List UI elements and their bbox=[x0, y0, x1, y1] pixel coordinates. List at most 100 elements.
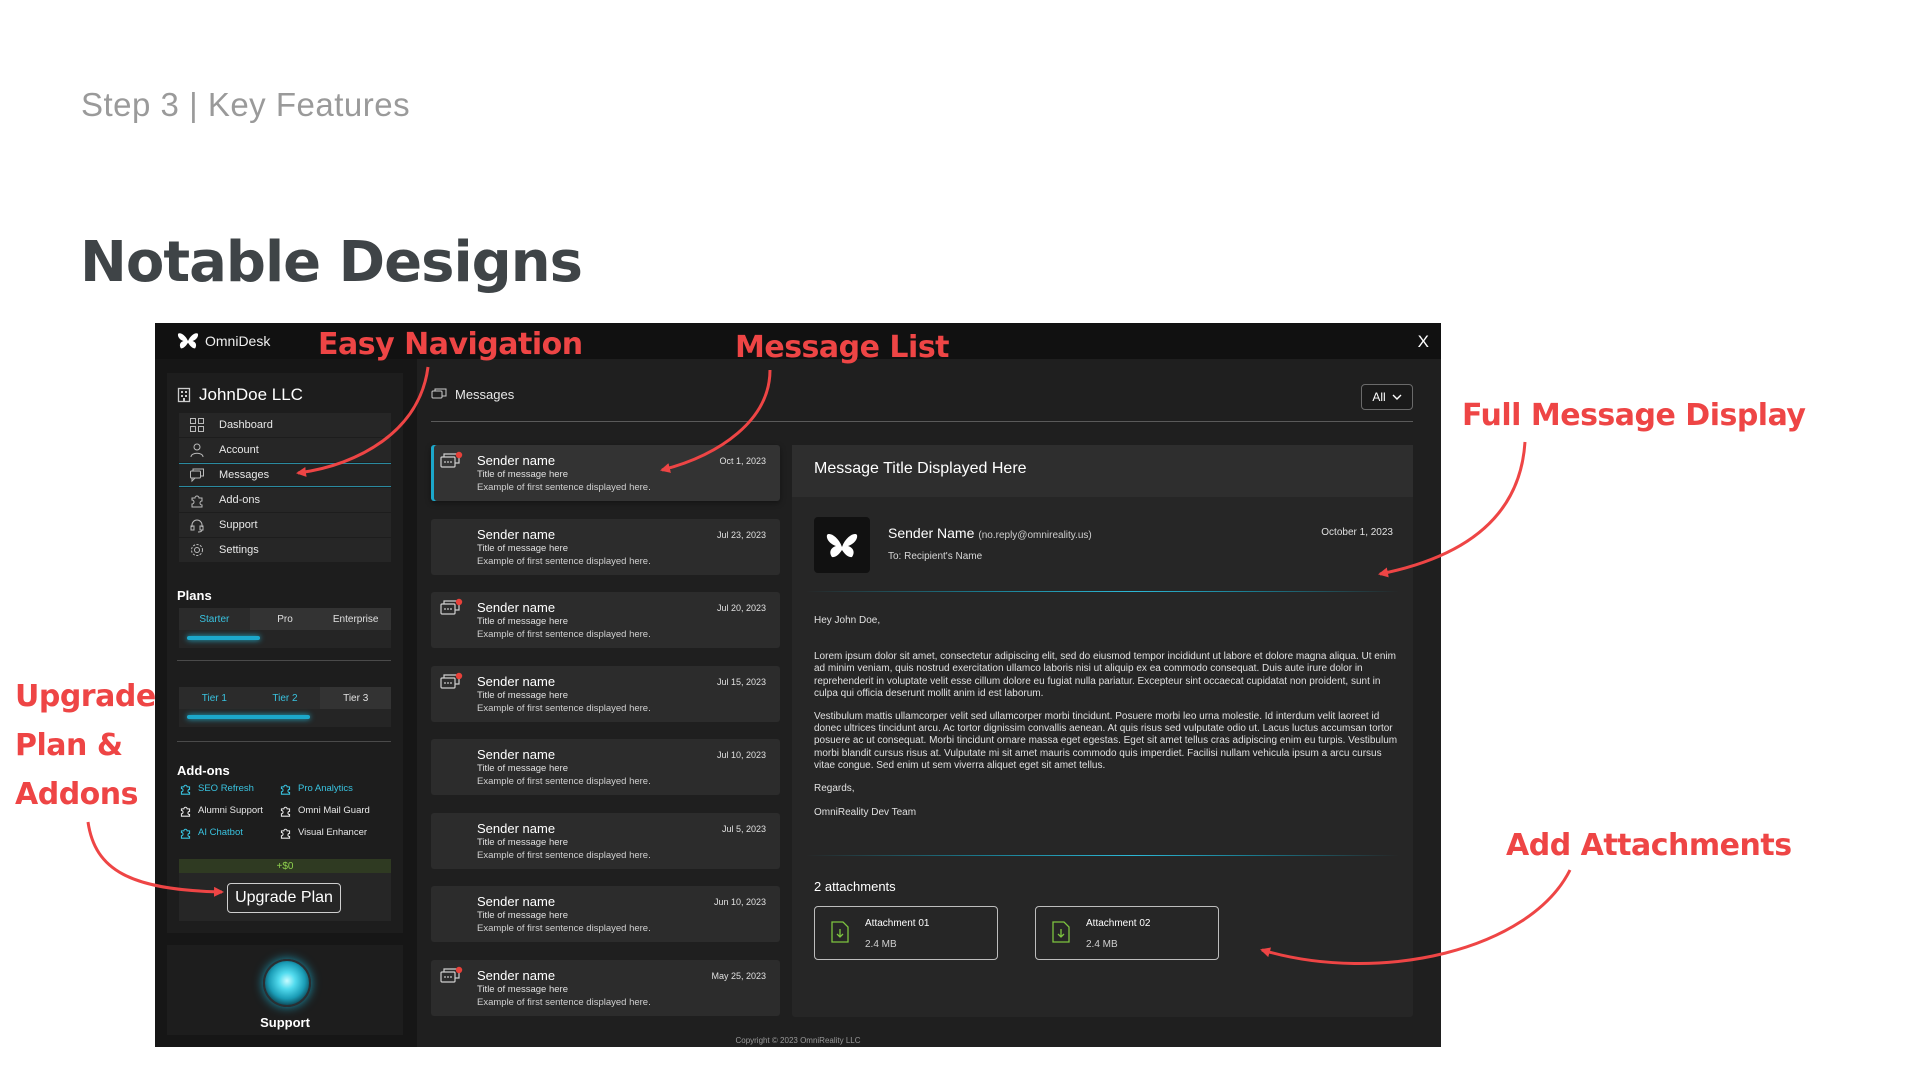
nav-label: Support bbox=[219, 519, 258, 531]
divider bbox=[806, 855, 1399, 856]
message-title: Title of message here bbox=[477, 542, 568, 554]
attachment-size: 2.4 MB bbox=[1086, 939, 1118, 950]
brand: OmniDesk bbox=[177, 332, 270, 350]
message-title: Title of message here bbox=[477, 689, 568, 701]
upgrade-price: +$0 bbox=[179, 859, 391, 873]
sender-name: Sender name bbox=[477, 526, 556, 542]
puzzle-icon bbox=[280, 806, 291, 817]
message-date: Jul 5, 2023 bbox=[721, 823, 766, 834]
message-preview: Example of first sentence displayed here… bbox=[477, 702, 651, 714]
nav-item-account[interactable]: Account bbox=[179, 438, 391, 463]
signature: OmniReality Dev Team bbox=[814, 807, 917, 819]
message-card[interactable]: Sender name Title of message here Example … bbox=[431, 665, 780, 722]
attachment-card[interactable]: Attachment 02 2.4 MB bbox=[1035, 906, 1219, 960]
message-title: Title of message here bbox=[477, 910, 568, 921]
message-card[interactable]: Sender name Title of message here Example … bbox=[431, 959, 780, 1016]
addon-item[interactable]: Alumni Support bbox=[179, 803, 279, 818]
addon-label: Alumni Support bbox=[198, 805, 263, 816]
message-title: Title of message here bbox=[477, 836, 568, 848]
nav-label: Account bbox=[219, 444, 259, 456]
file-download-icon bbox=[831, 921, 849, 943]
upgrade-plan-button[interactable]: Upgrade Plan bbox=[227, 883, 341, 913]
message-card[interactable]: Sender name Title of message here Example … bbox=[431, 592, 780, 648]
annotation-upgrade: Upgrade Plan & Addons bbox=[15, 672, 156, 819]
tab-starter[interactable]: Starter bbox=[179, 608, 250, 630]
plan-selector: Starter Pro Enterprise bbox=[179, 608, 392, 648]
addon-item[interactable]: Pro Analytics bbox=[279, 781, 391, 796]
addon-label: Omni Mail Guard bbox=[298, 805, 370, 816]
message-preview: Example of first sentence displayed here… bbox=[477, 482, 651, 493]
step-label: Step 3 | Key Features bbox=[81, 86, 411, 123]
company-header: JohnDoe LLC bbox=[177, 385, 303, 405]
sender-name: Sender Name (no.reply@omnireality.us) bbox=[888, 525, 1092, 541]
nav-item-dashboard[interactable]: Dashboard bbox=[179, 413, 391, 438]
addon-item[interactable]: SEO Refresh bbox=[179, 781, 279, 796]
nav-item-addons[interactable]: Add-ons bbox=[179, 488, 391, 513]
divider bbox=[806, 591, 1399, 592]
tab-enterprise[interactable]: Enterprise bbox=[320, 608, 392, 630]
attachments-heading: 2 attachments bbox=[814, 879, 896, 894]
addon-item[interactable]: Visual Enhancer bbox=[279, 825, 391, 840]
company-name: JohnDoe LLC bbox=[199, 385, 303, 404]
tab-tier-3[interactable]: Tier 3 bbox=[320, 687, 392, 709]
message-title: Title of message here bbox=[477, 616, 568, 627]
message-title: Title of message here bbox=[477, 983, 568, 995]
nav-item-support[interactable]: Support bbox=[179, 513, 391, 538]
puzzle-icon bbox=[180, 784, 191, 795]
message-card[interactable]: Sender name Title of message here Example … bbox=[431, 445, 780, 501]
support-label: Support bbox=[260, 1015, 310, 1030]
nav-label: Settings bbox=[219, 544, 259, 556]
support-panel: Support bbox=[167, 945, 403, 1035]
tier-progress-bar bbox=[187, 715, 310, 719]
message-card[interactable]: Sender name Title of message here Example … bbox=[431, 886, 780, 942]
app-window: OmniDesk X JohnDoe LLC Dashboard Account… bbox=[155, 323, 1441, 1047]
message-card[interactable]: Sender name Title of message here Example … bbox=[431, 812, 780, 869]
recipient: To: Recipient's Name bbox=[888, 551, 983, 562]
message-date: Oct 1, 2023 bbox=[719, 456, 766, 466]
sender-name: Sender name bbox=[477, 600, 556, 615]
messages-title: Messages bbox=[455, 387, 515, 402]
puzzle-icon bbox=[280, 784, 291, 795]
filter-dropdown[interactable]: All bbox=[1361, 384, 1413, 410]
upgrade-panel: +$0 Upgrade Plan bbox=[179, 859, 391, 921]
unread-message-icon bbox=[440, 966, 463, 983]
addon-item[interactable]: AI Chatbot bbox=[179, 825, 279, 840]
nav-label: Messages bbox=[219, 469, 270, 481]
message-body: Hey John Doe, Lorem ipsum dolor sit amet… bbox=[814, 615, 1404, 830]
puzzle-icon bbox=[180, 828, 191, 839]
nav-item-messages[interactable]: Messages bbox=[179, 463, 391, 488]
puzzle-icon bbox=[180, 806, 191, 817]
copyright: Copyright © 2023 OmniReality LLC bbox=[735, 1036, 861, 1045]
messages-panel: Messages All Sender name Title of message… bbox=[417, 359, 1441, 1047]
sender-name: Sender name bbox=[477, 453, 556, 468]
sender-name: Sender name bbox=[477, 673, 556, 689]
building-icon bbox=[177, 387, 191, 403]
message-date: October 1, 2023 bbox=[1321, 527, 1393, 538]
close-button[interactable]: X bbox=[1418, 332, 1429, 352]
tab-pro[interactable]: Pro bbox=[249, 608, 321, 630]
nav-item-settings[interactable]: Settings bbox=[179, 538, 391, 563]
unread-message-icon bbox=[440, 598, 463, 615]
tab-tier-1[interactable]: Tier 1 bbox=[179, 687, 250, 709]
chevron-down-icon bbox=[1392, 394, 1402, 400]
addon-label: SEO Refresh bbox=[198, 783, 254, 794]
message-preview: Example of first sentence displayed here… bbox=[477, 629, 651, 640]
attachment-name: Attachment 01 bbox=[865, 918, 930, 929]
tier-selector: Tier 1 Tier 2 Tier 3 bbox=[179, 687, 392, 727]
chat-icon bbox=[190, 468, 204, 483]
attachment-card[interactable]: Attachment 01 2.4 MB bbox=[814, 906, 998, 960]
unread-message-icon bbox=[440, 672, 463, 689]
support-orb-button[interactable] bbox=[263, 959, 311, 1007]
tab-tier-2[interactable]: Tier 2 bbox=[249, 687, 321, 709]
butterfly-logo-icon bbox=[177, 333, 199, 349]
sender-name: Sender name bbox=[477, 894, 556, 909]
message-preview: Example of first sentence displayed here… bbox=[477, 923, 651, 934]
unread-message-icon bbox=[440, 451, 463, 468]
addon-item[interactable]: Omni Mail Guard bbox=[279, 803, 391, 818]
annotation-line: Plan & bbox=[15, 728, 123, 763]
plan-progress-bar bbox=[187, 636, 260, 640]
sender-avatar bbox=[814, 517, 870, 573]
nav-label: Dashboard bbox=[219, 419, 273, 431]
message-card[interactable]: Sender name Title of message here Example … bbox=[431, 739, 780, 795]
message-card[interactable]: Sender name Title of message here Example … bbox=[431, 518, 780, 575]
